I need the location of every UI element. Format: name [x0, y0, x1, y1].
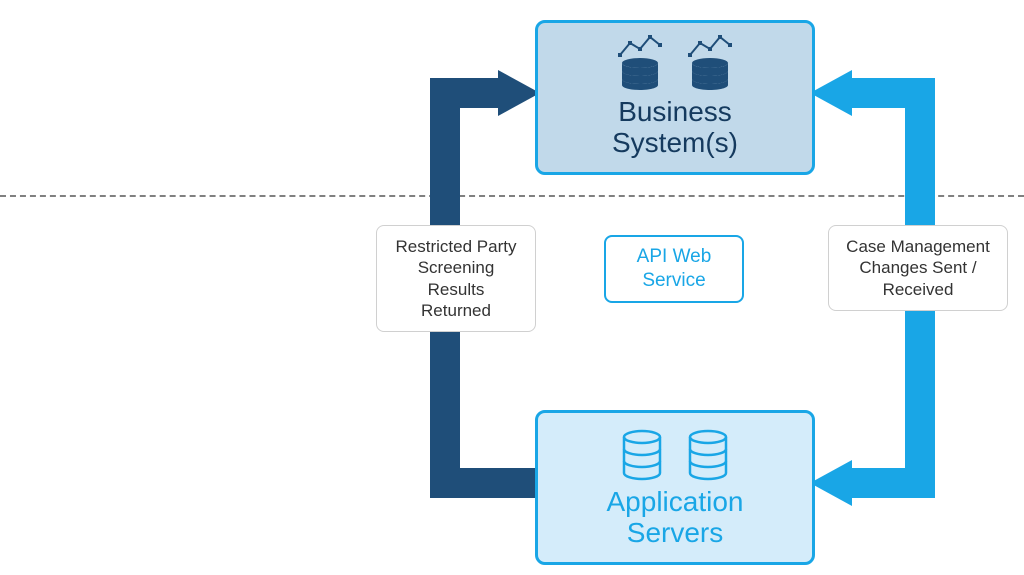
- application-servers-icons: [538, 423, 812, 481]
- label-api-web-service: API Web Service: [604, 235, 744, 303]
- label-case-management: Case Management Changes Sent / Received: [828, 225, 1008, 311]
- db-analytics-icon: [684, 33, 736, 91]
- db-icon: [684, 429, 732, 481]
- title-line: Business: [618, 96, 732, 127]
- business-systems-title: Business System(s): [538, 97, 812, 159]
- business-systems-icons: [538, 33, 812, 91]
- label-text: Case Management Changes Sent / Received: [846, 237, 990, 299]
- db-analytics-icon: [614, 33, 666, 91]
- label-screening-results: Restricted Party Screening Results Retur…: [376, 225, 536, 332]
- node-application-servers: Application Servers: [535, 410, 815, 565]
- title-line: System(s): [612, 127, 738, 158]
- application-servers-title: Application Servers: [538, 487, 812, 549]
- label-text: Restricted Party Screening Results Retur…: [396, 237, 517, 320]
- title-line: Servers: [627, 517, 723, 548]
- node-business-systems: Business System(s): [535, 20, 815, 175]
- label-text: API Web Service: [637, 246, 712, 291]
- db-icon: [618, 429, 666, 481]
- title-line: Application: [607, 486, 744, 517]
